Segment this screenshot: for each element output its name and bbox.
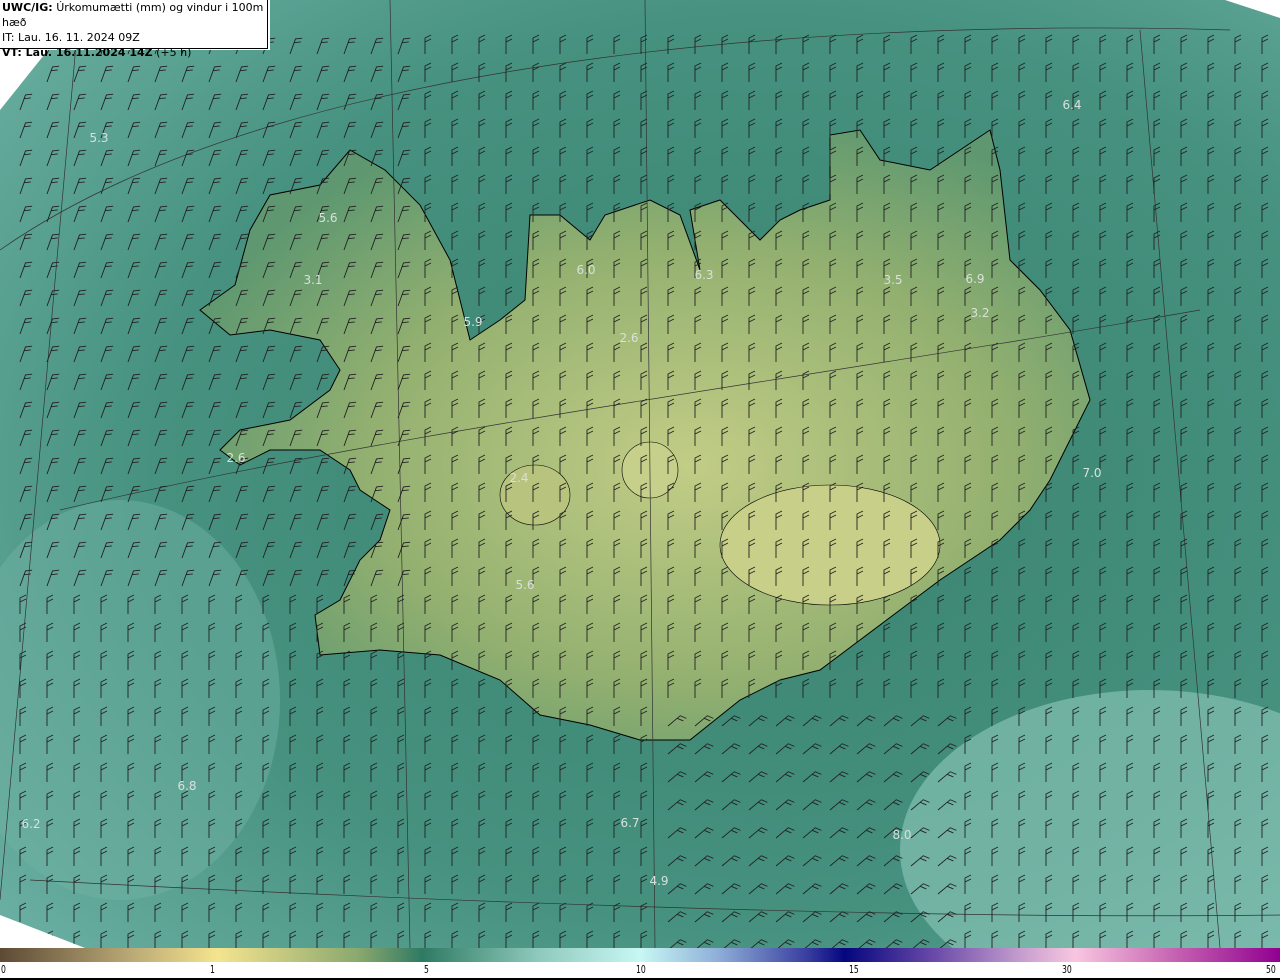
colorbar-tick: 5 [424,963,429,976]
map-header: UWC/IG: Úrkomumætti (mm) og vindur i 100… [0,0,268,59]
precip-value-label: 6.4 [1062,98,1082,112]
valid-time: VT: Lau. 16.11.2024 14Z [2,46,153,59]
precip-value-label: 5.6 [515,578,535,592]
precip-value-label: 7.0 [1082,466,1102,480]
model-name: UWC/IG: [2,1,53,14]
colorbar-tick: 10 [636,963,646,976]
colorbar-tick: 30 [1062,963,1072,976]
colorbar-tick: 0 [1,963,6,976]
initial-time: IT: Lau. 16. 11. 2024 09Z [2,31,140,44]
precip-value-label: 4.9 [649,874,669,888]
colorbar-tick: 50 [1266,963,1276,976]
precip-value-label: 2.6 [226,451,246,465]
precip-value-label: 8.0 [892,828,912,842]
precip-value-label: 3.5 [883,273,903,287]
precip-value-label: 2.6 [619,331,639,345]
precip-value-label: 6.9 [965,272,985,286]
forecast-offset: (+5 h) [156,46,192,59]
colorbar [0,948,1280,962]
precip-value-label: 5.6 [318,211,338,225]
precip-value-label: 5.9 [463,315,483,329]
precip-value-label: 2.4 [509,471,529,485]
precip-value-label: 6.3 [694,268,714,282]
precip-value-label: 3.1 [303,273,323,287]
colorbar-tick: 15 [849,963,859,976]
precip-value-label: 6.0 [576,263,596,277]
precip-value-label: 3.2 [970,306,990,320]
colorbar-ticks: 0 1 5 10 15 30 50 [0,962,1280,980]
wind-barb [19,930,27,948]
precip-value-label: 6.7 [620,816,640,830]
precip-value-label: 6.8 [177,779,197,793]
colorbar-tick: 1 [210,963,215,976]
precip-value-label: 6.2 [21,817,41,831]
precip-value-label: 5.3 [89,131,109,145]
